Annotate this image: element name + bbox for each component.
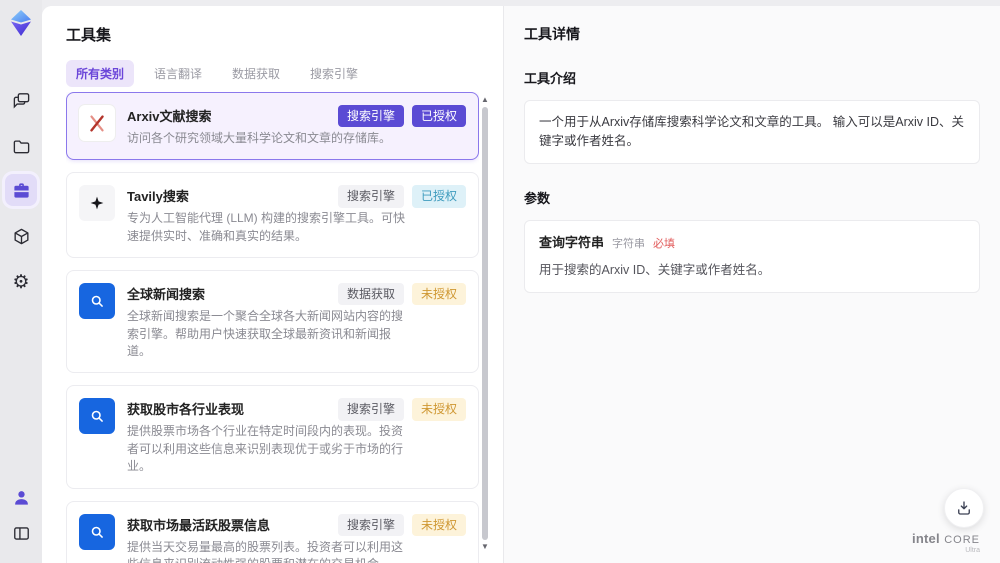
sidebar-item-tools[interactable]	[5, 174, 37, 206]
status-badge: 已授权	[411, 185, 466, 208]
tool-description: 提供股票市场各个行业在特定时间段内的表现。投资者可以利用这些信息来识别表现优于或…	[127, 424, 404, 474]
detail-title: 工具详情	[524, 26, 580, 42]
news-search-icon	[79, 513, 115, 550]
tool-description: 提供当天交易量最高的股票列表。投资者可以利用这些信息来识别流动性强的股票和潜在的…	[127, 539, 404, 563]
tab-search-engine[interactable]: 搜索引擎	[300, 60, 368, 87]
category-badge: 搜索引擎	[337, 398, 404, 421]
brand-core: CORE	[944, 533, 980, 546]
chat-icon	[13, 92, 29, 108]
category-badge: 搜索引擎	[337, 513, 404, 536]
sidebar-item-panel-toggle[interactable]	[5, 517, 37, 549]
tab-language-translation[interactable]: 语言翻译	[144, 60, 212, 87]
download-button[interactable]	[944, 488, 984, 528]
tool-card-sector-performance[interactable]: 获取股市各行业表现 提供股票市场各个行业在特定时间段内的表现。投资者可以利用这些…	[66, 385, 479, 489]
arxiv-icon	[79, 105, 115, 141]
intro-heading: 工具介绍	[524, 71, 577, 86]
param-name: 查询字符串	[539, 234, 605, 250]
sidebar-item-files[interactable]	[5, 130, 37, 162]
param-required-badge: 必填	[653, 237, 676, 250]
tool-card-arxiv[interactable]: Arxiv文献搜索 访问各个研究领域大量科学论文和文章的存储库。 搜索引擎 已授…	[66, 92, 479, 161]
package-icon	[13, 228, 29, 244]
scroll-down-icon[interactable]: ▼	[481, 543, 489, 551]
download-icon	[958, 501, 970, 515]
news-search-icon	[79, 398, 115, 435]
scroll-up-icon[interactable]: ▲	[481, 96, 489, 104]
brand-intel: intel	[912, 530, 940, 546]
tab-all-categories[interactable]: 所有类别	[66, 60, 135, 87]
tool-intro-text: 一个用于从Arxiv存储库搜索科学论文和文章的工具。 输入可以是Arxiv ID…	[524, 100, 980, 164]
status-badge: 未授权	[411, 283, 466, 306]
sidebar: ⚙	[0, 0, 42, 563]
list-scrollbar[interactable]: ▲ ▼	[481, 96, 489, 551]
page-title: 工具集	[66, 27, 112, 44]
status-badge: 未授权	[411, 513, 466, 536]
intel-core-logo: intel CORE Ultra	[912, 530, 980, 555]
tool-description: 全球新闻搜索是一个聚合全球各大新闻网站内容的搜索引擎。帮助用户快速获取全球最新资…	[127, 309, 404, 358]
main-panel: 工具集 所有类别 语言翻译 数据获取 搜索引擎 Arxiv文献搜索 访问各个研究…	[42, 6, 1000, 563]
brand-ultra: Ultra	[965, 547, 980, 555]
param-card: 查询字符串 字符串 必填 用于搜索的Arxiv ID、关键字或作者姓名。	[524, 219, 980, 293]
tool-detail-pane: 工具详情 工具介绍 一个用于从Arxiv存储库搜索科学论文和文章的工具。 输入可…	[503, 6, 1000, 563]
tool-card-global-news[interactable]: 全球新闻搜索 全球新闻搜索是一个聚合全球各大新闻网站内容的搜索引擎。帮助用户快速…	[66, 270, 479, 374]
sidebar-item-packages[interactable]	[5, 220, 37, 252]
tool-list: Arxiv文献搜索 访问各个研究领域大量科学论文和文章的存储库。 搜索引擎 已授…	[66, 92, 479, 563]
status-badge: 已授权	[411, 105, 466, 128]
tool-description: 访问各个研究领域大量科学论文和文章的存储库。	[127, 131, 392, 145]
status-badge: 未授权	[411, 398, 466, 421]
gear-icon: ⚙	[12, 271, 30, 293]
tool-card-tavily[interactable]: Tavily搜索 专为人工智能代理 (LLM) 构建的搜索引擎工具。可快速提供实…	[66, 172, 479, 259]
folder-icon	[13, 139, 29, 153]
param-type: 字符串	[612, 237, 646, 250]
category-badge: 搜索引擎	[337, 105, 404, 128]
sparkle-icon	[79, 185, 115, 222]
category-badge: 数据获取	[337, 283, 404, 306]
toolbox-icon	[13, 182, 29, 198]
tab-data-fetching[interactable]: 数据获取	[222, 60, 290, 87]
param-description: 用于搜索的Arxiv ID、关键字或作者姓名。	[539, 263, 771, 277]
logo-icon	[11, 10, 31, 36]
scrollbar-thumb[interactable]	[482, 107, 488, 540]
tool-description: 专为人工智能代理 (LLM) 构建的搜索引擎工具。可快速提供实时、准确和真实的结…	[127, 211, 406, 243]
sidebar-item-chat[interactable]	[5, 84, 37, 116]
sidebar-item-settings[interactable]: ⚙	[5, 266, 37, 298]
tool-card-active-stocks[interactable]: 获取市场最活跃股票信息 提供当天交易量最高的股票列表。投资者可以利用这些信息来识…	[66, 500, 479, 563]
app-logo[interactable]	[8, 9, 34, 37]
params-heading: 参数	[524, 190, 551, 206]
user-icon	[14, 490, 28, 505]
category-badge: 搜索引擎	[337, 185, 404, 208]
sidebar-item-account[interactable]	[5, 481, 37, 513]
tool-list-pane: 工具集 所有类别 语言翻译 数据获取 搜索引擎 Arxiv文献搜索 访问各个研究…	[42, 6, 503, 563]
category-tabs: 所有类别 语言翻译 数据获取 搜索引擎	[66, 60, 479, 87]
panel-toggle-icon	[13, 526, 29, 540]
news-search-icon	[79, 283, 115, 320]
